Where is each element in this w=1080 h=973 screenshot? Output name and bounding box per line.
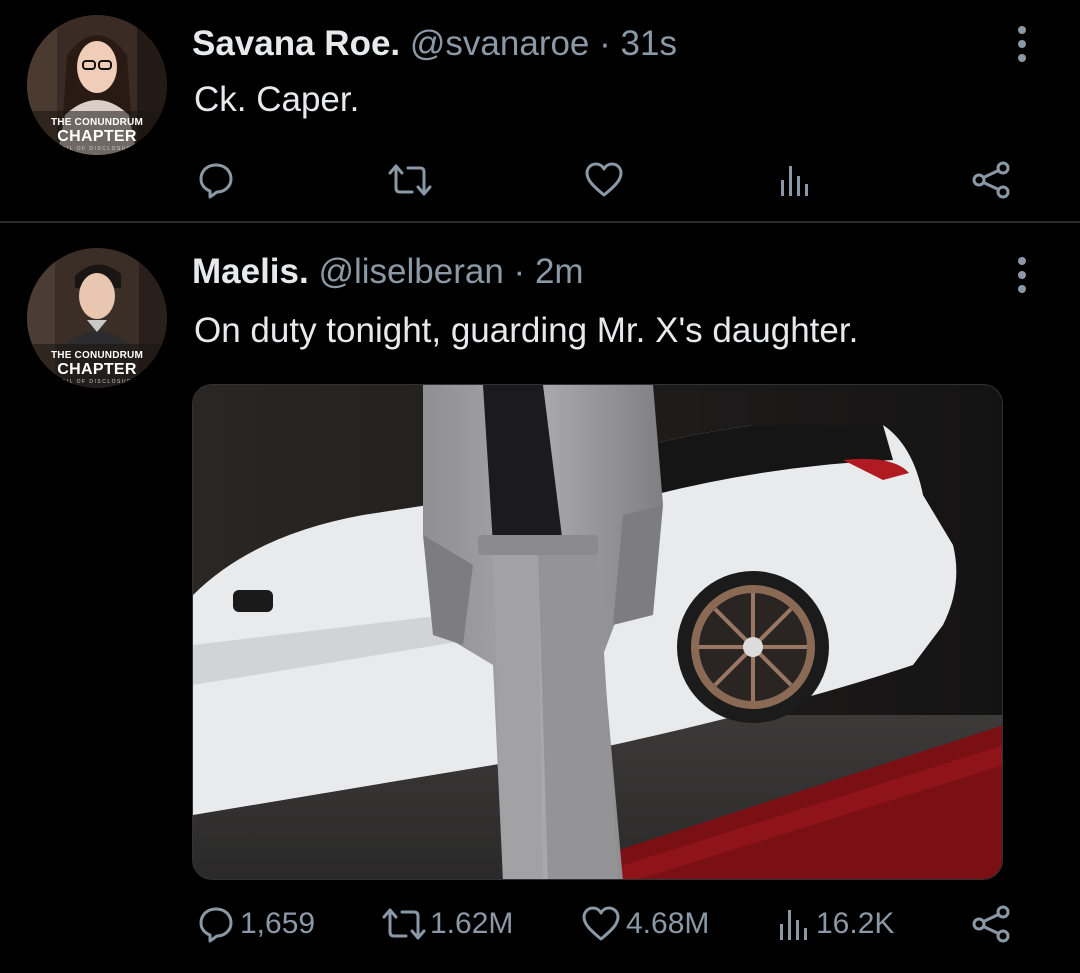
like-count: 4.68M bbox=[626, 907, 710, 940]
timestamp[interactable]: 31s bbox=[621, 24, 677, 63]
tweet-text: On duty tonight, guarding Mr. X's daught… bbox=[194, 311, 859, 350]
views-button[interactable] bbox=[779, 155, 817, 205]
more-icon[interactable] bbox=[1008, 253, 1036, 297]
retweet-button[interactable]: 1.62M bbox=[382, 899, 513, 949]
like-icon bbox=[585, 162, 623, 197]
share-icon bbox=[972, 161, 1010, 199]
timestamp[interactable]: 2m bbox=[535, 252, 584, 291]
retweet-count: 1.62M bbox=[430, 907, 514, 940]
views-button[interactable]: 16.2K bbox=[778, 899, 894, 949]
reply-count: 1,659 bbox=[240, 907, 316, 940]
share-button[interactable] bbox=[970, 899, 1012, 949]
avatar[interactable]: THE CONUNDRUM CHAPTER VEIL OF DISCLOSURE bbox=[27, 15, 167, 155]
share-button[interactable] bbox=[970, 155, 1012, 205]
avatar-brand-line1: THE CONUNDRUM bbox=[50, 117, 144, 128]
user-handle[interactable]: @svanaroe bbox=[410, 24, 590, 63]
avatar-brand-line2: CHAPTER bbox=[57, 361, 137, 378]
tweet-header: Savana Roe. @svanaroe · 31s bbox=[192, 24, 677, 74]
like-button[interactable]: 4.68M bbox=[580, 899, 709, 949]
display-name[interactable]: Savana Roe. bbox=[192, 24, 400, 63]
tweet-header: Maelis. @liselberan · 2m bbox=[192, 252, 584, 302]
separator-dot: · bbox=[513, 252, 526, 291]
like-icon bbox=[582, 906, 620, 941]
user-handle[interactable]: @liselberan bbox=[318, 252, 503, 291]
views-icon bbox=[780, 910, 807, 940]
reply-icon bbox=[199, 907, 233, 943]
avatar[interactable]: THE CONUNDRUM CHAPTER VEIL OF DISCLOSURE bbox=[27, 248, 167, 388]
share-icon bbox=[972, 905, 1010, 943]
action-bar: 1,659 1.62M 4.68M 16.2K bbox=[0, 899, 1080, 949]
tweet-media-image[interactable] bbox=[192, 384, 1003, 880]
views-icon bbox=[781, 166, 808, 196]
more-icon[interactable] bbox=[1008, 22, 1036, 66]
reply-button[interactable]: 1,659 bbox=[196, 899, 315, 949]
retweet-icon bbox=[388, 164, 432, 196]
avatar-brand-line3: VEIL OF DISCLOSURE bbox=[57, 379, 137, 385]
like-button[interactable] bbox=[583, 155, 629, 205]
retweet-button[interactable] bbox=[388, 155, 436, 205]
photo-man-and-car bbox=[193, 385, 1002, 879]
reply-button[interactable] bbox=[196, 155, 240, 205]
reply-icon bbox=[199, 163, 233, 199]
tweet-text: Ck. Caper. bbox=[194, 80, 360, 119]
tweet[interactable]: THE CONUNDRUM CHAPTER VEIL OF DISCLOSURE… bbox=[0, 0, 1080, 222]
separator-dot: · bbox=[599, 24, 611, 63]
views-count: 16.2K bbox=[816, 907, 895, 940]
display-name[interactable]: Maelis. bbox=[192, 252, 309, 291]
action-bar bbox=[0, 155, 1080, 205]
avatar-brand-line2: CHAPTER bbox=[57, 128, 137, 145]
avatar-brand-line1: THE CONUNDRUM bbox=[50, 350, 144, 361]
avatar-brand-line3: VEIL OF DISCLOSURE bbox=[57, 146, 137, 152]
tweet[interactable]: THE CONUNDRUM CHAPTER VEIL OF DISCLOSURE… bbox=[0, 223, 1080, 973]
retweet-icon bbox=[382, 908, 426, 940]
